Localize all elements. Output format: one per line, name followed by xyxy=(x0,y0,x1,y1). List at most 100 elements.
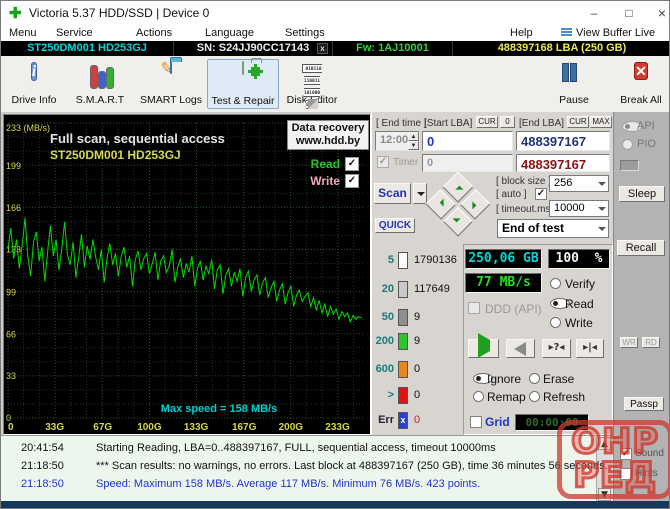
pause-icon xyxy=(559,61,589,91)
write-label: Write xyxy=(565,316,593,330)
toolbar: i Drive Info S.M.A.R.T ✎ SMART Logs Test… xyxy=(1,56,669,113)
start-lba-label: [Start LBA] xyxy=(424,118,473,129)
refresh-radio[interactable] xyxy=(529,391,540,402)
menu-item-settings[interactable]: Settings xyxy=(285,27,325,39)
menu-item-help[interactable]: Help xyxy=(510,27,533,39)
menu-item-language[interactable]: Language xyxy=(205,27,254,39)
device-firmware: Fw: 1AJ10001 xyxy=(333,41,453,56)
end-lba-input[interactable]: 488397167 xyxy=(516,131,610,151)
end-time-spin-up[interactable]: ▲ xyxy=(408,132,419,141)
smart-logs-button[interactable]: ✎ SMART Logs xyxy=(137,59,205,107)
minimize-button[interactable]: – xyxy=(579,1,609,26)
read-legend-label: Read xyxy=(310,157,340,171)
start-lba-input[interactable]: 0 xyxy=(422,131,513,151)
percent-sign: % xyxy=(594,251,603,266)
ddd-checkbox[interactable] xyxy=(468,302,480,314)
end-time-spin-down[interactable]: ▼ xyxy=(408,141,419,150)
log-message: *** Scan results: no warnings, no errors… xyxy=(96,460,608,472)
menu-item-service[interactable]: Service xyxy=(56,27,93,39)
y-axis-tick: 166 xyxy=(6,203,21,213)
hddby-badge: Data recovery www.hdd.by xyxy=(287,120,369,150)
y-axis-tick: 199 xyxy=(6,161,21,171)
badge-line2: www.hdd.by xyxy=(295,135,361,147)
view-buffer-icon xyxy=(561,28,572,38)
grid-checkbox[interactable] xyxy=(470,416,482,428)
smart-button[interactable]: S.M.A.R.T xyxy=(69,59,131,107)
menu-item-menu[interactable]: Menu xyxy=(9,27,37,39)
end-time-label: [ End time ] xyxy=(376,118,427,129)
x-axis-tick: 167G xyxy=(232,422,257,433)
scan-dropdown-button[interactable] xyxy=(413,183,427,204)
menu-item-view-buffer-live[interactable]: View Buffer Live xyxy=(576,27,655,39)
device-serial: SN: S24JJ90CC17143 x xyxy=(174,41,333,56)
legend-count: 1790136 xyxy=(414,254,457,266)
activity-led xyxy=(620,160,639,171)
erase-label: Erase xyxy=(543,372,575,386)
log-message: Speed: Maximum 158 MB/s. Average 117 MB/… xyxy=(96,478,481,490)
recall-button[interactable]: Recall xyxy=(617,240,665,256)
device-capacity: 488397168 LBA (250 GB) xyxy=(497,42,627,54)
legend-count: 0 xyxy=(414,363,421,375)
sleep-button[interactable]: Sleep xyxy=(619,186,665,202)
ignore-label: Ignore xyxy=(487,372,522,386)
verify-radio[interactable] xyxy=(550,278,561,289)
wr-button[interactable]: WR xyxy=(620,337,638,348)
start-lba-input2[interactable]: 0 xyxy=(422,154,513,172)
quick-button[interactable]: QUICK xyxy=(375,218,415,233)
chevron-down-icon xyxy=(598,181,606,190)
legend-tick: 20 xyxy=(381,283,394,295)
test-repair-label: Test & Repair xyxy=(211,95,275,107)
remap-radio[interactable] xyxy=(473,391,484,402)
auto-checkbox[interactable]: ✓ xyxy=(535,188,547,200)
start-cur-button[interactable]: CUR xyxy=(476,116,498,128)
device-x-button[interactable]: x xyxy=(317,43,328,54)
victoria-window: ✚ Victoria 5.37 HDD/SSD | Device 0 – □ ×… xyxy=(0,0,670,509)
drive-info-button[interactable]: i Drive Info xyxy=(5,59,63,107)
block-size-select[interactable]: 256 xyxy=(549,175,609,192)
end-max-button[interactable]: MAX xyxy=(590,116,612,128)
start-zero-button[interactable]: 0 xyxy=(500,116,515,128)
legend-color-block xyxy=(398,309,408,326)
play-button[interactable] xyxy=(468,333,499,358)
seek-end-button[interactable]: ▸|◂ xyxy=(576,339,604,358)
seek-pad xyxy=(425,171,491,237)
rd-button[interactable]: RD xyxy=(642,337,660,348)
legend-color-block xyxy=(398,333,408,350)
legend-tick: 5 xyxy=(387,254,394,266)
pio-radio[interactable] xyxy=(622,139,633,150)
read-checkbox[interactable]: ✓ xyxy=(345,157,359,171)
seek-question-button[interactable]: ▸?◂ xyxy=(542,339,571,358)
log-panel: ▲ ▼ 20:41:54 Starting Reading, LBA=0..488… xyxy=(1,435,613,503)
maximize-button[interactable]: □ xyxy=(614,1,644,26)
close-button[interactable]: × xyxy=(647,1,669,26)
write-checkbox[interactable]: ✓ xyxy=(345,174,359,188)
test-repair-button[interactable]: Test & Repair xyxy=(207,59,279,109)
down-arrow-icon xyxy=(452,218,461,227)
menu-item-actions[interactable]: Actions xyxy=(136,27,172,39)
log-time: 21:18:50 xyxy=(21,460,64,472)
pause-button[interactable]: Pause xyxy=(551,59,597,107)
legend-tick: Err xyxy=(378,414,394,426)
max-speed-annotation: Max speed = 158 MB/s xyxy=(160,403,278,415)
passp-button[interactable]: Passp xyxy=(624,397,664,411)
auto-label: [ auto ] xyxy=(496,189,527,200)
end-lba-input2[interactable]: 488397167 xyxy=(516,154,610,172)
scan-button[interactable]: Scan xyxy=(374,183,411,204)
pio-label: PIO xyxy=(637,138,656,150)
x-axis-tick: 33G xyxy=(45,422,64,433)
remap-label: Remap xyxy=(487,390,526,404)
erase-radio[interactable] xyxy=(529,373,540,384)
write-radio[interactable] xyxy=(550,317,561,328)
back-icon xyxy=(507,342,526,356)
end-cur-button[interactable]: CUR xyxy=(567,116,589,128)
break-all-button[interactable]: ✕ Break All xyxy=(615,59,667,107)
timeout-select[interactable]: 10000 xyxy=(549,200,609,217)
timer-checkbox[interactable]: ✓ xyxy=(377,156,389,168)
read-speed-trace xyxy=(7,217,362,324)
y-axis-tick: 66 xyxy=(6,329,16,339)
graph-title: Full scan, sequential access xyxy=(50,131,225,146)
legend-color-block xyxy=(398,252,408,269)
disk-editor-button[interactable]: 010110 110011 101000 0001 Disk Editor xyxy=(281,59,343,109)
end-of-test-select[interactable]: End of test xyxy=(497,219,609,238)
back-button[interactable] xyxy=(506,339,535,358)
